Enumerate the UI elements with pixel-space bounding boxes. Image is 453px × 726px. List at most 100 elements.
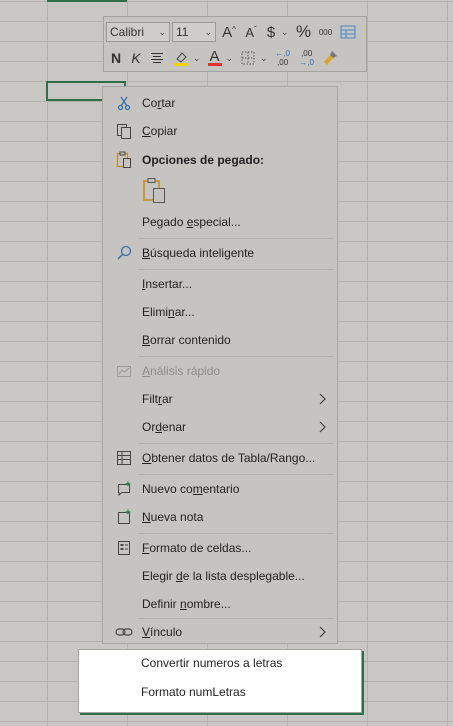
- decrease-decimal-button[interactable]: ,00 →,0: [295, 48, 319, 68]
- menu-item-new-comment[interactable]: Nuevo comentario: [103, 477, 337, 501]
- highlight-button[interactable]: [170, 48, 192, 68]
- menu-label: Pegado especial...: [142, 215, 241, 229]
- chevron-down-icon[interactable]: ⌄: [226, 53, 234, 64]
- menu-item-sort[interactable]: Ordenar: [103, 415, 337, 439]
- addin-menu: Convertir numeros a letras Formato numLe…: [78, 649, 362, 713]
- cell-top-border: [47, 0, 127, 2]
- menu-label: Cortar: [142, 96, 176, 110]
- font-size-value: 11: [176, 25, 189, 39]
- align-center-icon: [151, 53, 163, 63]
- italic-button[interactable]: K: [126, 48, 146, 68]
- menu-separator: [139, 238, 333, 239]
- bold-button[interactable]: N: [106, 48, 126, 68]
- increase-font-button[interactable]: A ^: [218, 22, 240, 42]
- menu-label: Copiar: [142, 124, 178, 138]
- font-name-value: Calibri: [110, 25, 145, 39]
- menu-label: Nueva nota: [142, 510, 204, 524]
- decrease-font-icon: A: [245, 24, 254, 40]
- menu-separator: [139, 443, 333, 444]
- mini-toolbar: Calibri ⌄ 11 ⌄ A ^ Aˇ $ ⌄ % 000 N K ⌄ A …: [103, 16, 367, 72]
- font-size-combo[interactable]: 11 ⌄: [172, 22, 216, 42]
- font-name-combo[interactable]: Calibri ⌄: [106, 22, 170, 42]
- decrease-decimal-icon: ,00: [301, 49, 313, 58]
- magnifier-icon: [115, 244, 133, 262]
- align-center-button[interactable]: [146, 48, 168, 68]
- link-icon: [115, 623, 133, 641]
- fill-color-icon: [174, 52, 188, 66]
- clipboard-icon: [143, 178, 165, 203]
- menu-item-cut[interactable]: Cortar: [103, 91, 337, 115]
- menu-separator: [139, 474, 333, 475]
- menu-item-quick-analysis: Análisis rápido: [103, 359, 337, 383]
- thousands-button[interactable]: 000: [315, 22, 337, 42]
- borders-icon: [241, 51, 255, 65]
- chevron-down-icon: ⌄: [204, 26, 212, 37]
- context-menu: Cortar Copiar Opciones de pegado: Pegado…: [102, 86, 338, 644]
- chevron-right-icon: [319, 626, 326, 638]
- font-color-icon: A: [209, 48, 220, 65]
- decrease-font-button[interactable]: Aˇ: [240, 22, 262, 42]
- increase-decimal-icon: ←,0: [275, 49, 290, 58]
- italic-icon: K: [131, 50, 141, 66]
- menu-label: Análisis rápido: [142, 364, 221, 378]
- copy-icon: [115, 122, 133, 140]
- menu-label: Borrar contenido: [142, 333, 231, 347]
- menu-label: Nuevo comentario: [142, 482, 240, 496]
- menu-label: Insertar...: [142, 277, 193, 291]
- menu-label: Obtener datos de Tabla/Rango...: [142, 451, 316, 465]
- chevron-down-icon[interactable]: ⌄: [193, 53, 201, 64]
- note-icon: [115, 508, 133, 526]
- paste-button[interactable]: [142, 177, 168, 205]
- chevron-down-icon[interactable]: ⌄: [281, 27, 289, 38]
- increase-decimal-button[interactable]: ←,0 ,00: [271, 48, 295, 68]
- menu-item-new-note[interactable]: Nueva nota: [103, 505, 337, 529]
- font-color-button[interactable]: A: [205, 48, 225, 68]
- decrease-decimal-sub: →,0: [299, 58, 314, 67]
- format-cells-icon: [115, 539, 133, 557]
- menu-item-define-name[interactable]: Definir nombre...: [103, 592, 337, 616]
- chevron-down-icon: ⌄: [158, 26, 166, 37]
- menu-item-pick-from-list[interactable]: Elegir de la lista desplegable...: [103, 564, 337, 588]
- toolbar-row-2: N K ⌄ A ⌄ ⌄ ←,0 ,00 ,00 →,0: [106, 47, 341, 69]
- quick-analysis-icon: [115, 362, 133, 380]
- menu-item-format-numletras[interactable]: Formato numLetras: [141, 685, 246, 699]
- menu-label: Eliminar...: [142, 305, 195, 319]
- menu-item-get-table-data[interactable]: Obtener datos de Tabla/Rango...: [103, 446, 337, 470]
- font-color-swatch: [207, 63, 222, 66]
- menu-item-clear-contents[interactable]: Borrar contenido: [103, 328, 337, 352]
- paintbrush-icon: [323, 51, 337, 65]
- menu-item-link[interactable]: Vínculo: [103, 620, 337, 644]
- toolbar-row-1: Calibri ⌄ 11 ⌄ A ^ Aˇ $ ⌄ % 000: [106, 21, 359, 43]
- menu-label: Definir nombre...: [142, 597, 231, 611]
- chevron-right-icon: [319, 393, 326, 405]
- chevron-down-icon[interactable]: ⌄: [260, 53, 268, 64]
- menu-label: Elegir de la lista desplegable...: [142, 569, 305, 583]
- format-painter-button[interactable]: [319, 48, 341, 68]
- percent-button[interactable]: %: [293, 22, 315, 42]
- menu-item-copy[interactable]: Copiar: [103, 119, 337, 143]
- menu-item-convert-numbers[interactable]: Convertir numeros a letras: [141, 656, 282, 670]
- currency-icon: $: [266, 23, 276, 41]
- menu-label: Formato de celdas...: [142, 541, 252, 555]
- menu-separator: [139, 533, 333, 534]
- format-table-button[interactable]: [337, 22, 359, 42]
- percent-icon: %: [295, 22, 312, 41]
- menu-item-insert[interactable]: Insertar...: [103, 272, 337, 296]
- menu-separator: [139, 269, 333, 270]
- menu-label: Búsqueda inteligente: [142, 246, 255, 260]
- comment-icon: [115, 480, 133, 498]
- borders-button[interactable]: [237, 48, 259, 68]
- chevron-right-icon: [319, 421, 326, 433]
- increase-decimal-sub: ,00: [277, 58, 289, 67]
- thousands-icon: 000: [318, 27, 333, 37]
- menu-separator: [139, 618, 333, 619]
- menu-separator: [139, 356, 333, 357]
- menu-item-paste-special[interactable]: Pegado especial...: [103, 210, 337, 234]
- table-icon: [115, 449, 133, 467]
- menu-label: Ordenar: [142, 420, 187, 434]
- menu-item-filter[interactable]: Filtrar: [103, 387, 337, 411]
- menu-item-delete[interactable]: Eliminar...: [103, 300, 337, 324]
- menu-item-smart-lookup[interactable]: Búsqueda inteligente: [103, 241, 337, 265]
- menu-item-format-cells[interactable]: Formato de celdas...: [103, 536, 337, 560]
- currency-button[interactable]: $: [262, 22, 280, 42]
